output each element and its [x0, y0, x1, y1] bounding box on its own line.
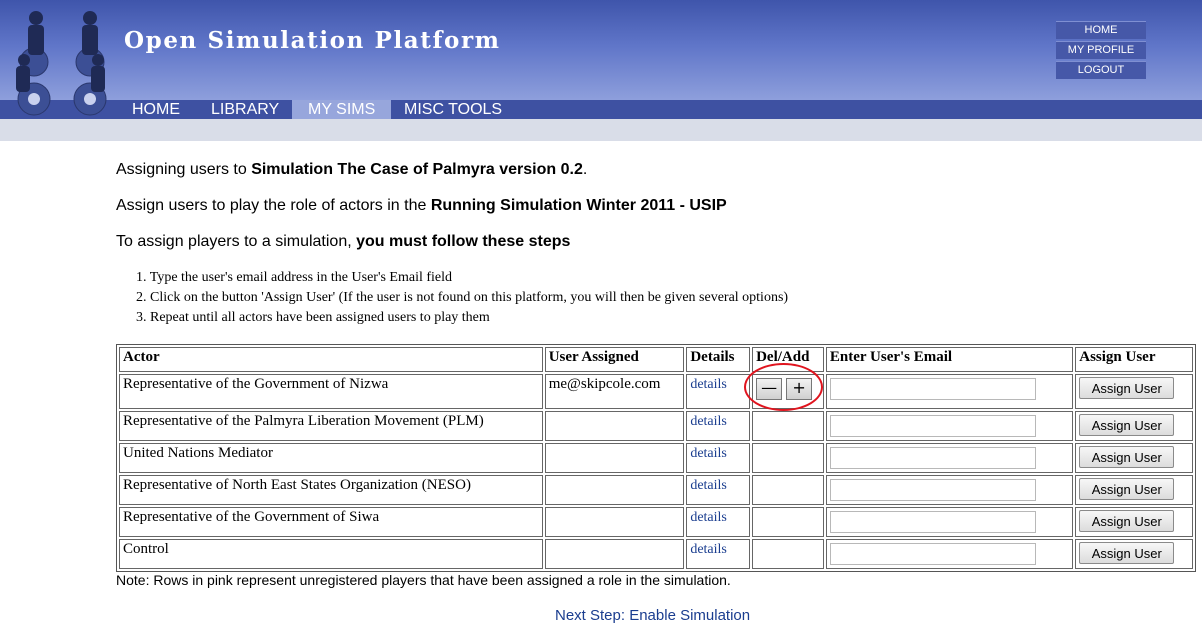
- intro-line-1-suffix: .: [582, 161, 588, 178]
- email-cell: [825, 539, 1074, 569]
- assign-cell: Assign User: [1075, 475, 1193, 505]
- assign-cell: Assign User: [1075, 374, 1193, 409]
- steps-heading: you must follow these steps: [356, 233, 571, 250]
- table-row: Representative of the Government of Nizw…: [119, 374, 1193, 409]
- email-cell: [825, 475, 1074, 505]
- email-field[interactable]: [829, 543, 1036, 565]
- assign-user-button[interactable]: Assign User: [1079, 542, 1175, 564]
- header-user-assigned: User Assigned: [544, 347, 685, 372]
- steps-list: 1. Type the user's email address in the …: [136, 268, 788, 328]
- actor-cell: Representative of the Palmyra Liberation…: [119, 411, 543, 441]
- site-header: Open Simulation Platform HOME MY PROFILE…: [0, 0, 1202, 116]
- details-link[interactable]: details: [690, 377, 727, 392]
- tab-my-sims[interactable]: MY SIMS: [292, 100, 392, 119]
- email-field[interactable]: [829, 479, 1036, 501]
- tab-misc-tools[interactable]: MISC TOOLS: [404, 100, 502, 119]
- site-title: Open Simulation Platform: [124, 27, 501, 54]
- tab-home[interactable]: HOME: [132, 100, 180, 119]
- email-cell: [825, 443, 1074, 473]
- main-nav: HOME LIBRARY MY SIMS MISC TOOLS: [0, 100, 1202, 119]
- top-menu-my-profile[interactable]: MY PROFILE: [1056, 41, 1146, 59]
- intro-line-1-text: Assigning users to: [116, 161, 252, 178]
- assign-user-button[interactable]: Assign User: [1079, 478, 1175, 500]
- email-field[interactable]: [829, 415, 1036, 437]
- del-add-cell: [752, 539, 824, 569]
- intro-line-2-text: Assign users to play the role of actors …: [116, 197, 431, 214]
- table-row: United Nations Mediator details Assign U…: [119, 443, 1193, 473]
- actor-cell: Control: [119, 539, 543, 569]
- user-assigned-cell: [544, 443, 685, 473]
- annotation-circle: [744, 363, 823, 411]
- details-cell: details: [686, 374, 751, 409]
- del-add-cell: [752, 475, 824, 505]
- details-cell: details: [686, 411, 751, 441]
- next-step-link[interactable]: Next Step: Enable Simulation: [555, 607, 750, 624]
- details-cell: details: [686, 539, 751, 569]
- pink-rows-note: Note: Rows in pink represent unregistere…: [116, 572, 731, 588]
- email-cell: [825, 374, 1074, 409]
- details-link[interactable]: details: [690, 510, 727, 525]
- email-field[interactable]: [829, 378, 1036, 400]
- simulation-name: Simulation The Case of Palmyra version 0…: [251, 161, 583, 178]
- header-email: Enter User's Email: [825, 347, 1074, 372]
- role-assignment-table: Actor User Assigned Details Del/Add Ente…: [116, 344, 1196, 572]
- actor-cell: Representative of North East States Orga…: [119, 475, 543, 505]
- assign-cell: Assign User: [1075, 411, 1193, 441]
- step-item: 3. Repeat until all actors have been ass…: [136, 310, 490, 325]
- table-row: Representative of the Palmyra Liberation…: [119, 411, 1193, 441]
- intro-line-1: Assigning users to Simulation The Case o…: [116, 161, 587, 179]
- user-assigned-cell: [544, 411, 685, 441]
- user-assigned-cell: [544, 539, 685, 569]
- email-cell: [825, 411, 1074, 441]
- email-field[interactable]: [829, 511, 1036, 533]
- intro-line-3-text: To assign players to a simulation,: [116, 233, 357, 250]
- details-link[interactable]: details: [690, 478, 727, 493]
- step-item: 2. Click on the button 'Assign User' (If…: [136, 290, 789, 305]
- actor-cell: Representative of the Government of Siwa: [119, 507, 543, 537]
- running-simulation-name: Running Simulation Winter 2011 - USIP: [430, 197, 727, 214]
- header-actor: Actor: [119, 347, 543, 372]
- details-cell: details: [686, 475, 751, 505]
- intro-line-2: Assign users to play the role of actors …: [116, 197, 727, 215]
- del-add-cell: [752, 443, 824, 473]
- assign-user-button[interactable]: Assign User: [1079, 510, 1175, 532]
- actor-cell: Representative of the Government of Nizw…: [119, 374, 543, 409]
- table-row: Representative of North East States Orga…: [119, 475, 1193, 505]
- tab-library[interactable]: LIBRARY: [211, 100, 279, 119]
- details-link[interactable]: details: [690, 542, 727, 557]
- assign-cell: Assign User: [1075, 539, 1193, 569]
- email-cell: [825, 507, 1074, 537]
- table-row: Representative of the Government of Siwa…: [119, 507, 1193, 537]
- intro-line-3: To assign players to a simulation, you m…: [116, 233, 570, 251]
- top-menu-logout[interactable]: LOGOUT: [1056, 61, 1146, 79]
- table-row: Control details Assign User: [119, 539, 1193, 569]
- user-assigned-cell: [544, 507, 685, 537]
- user-assigned-cell: me@skipcole.com: [544, 374, 685, 409]
- details-cell: details: [686, 507, 751, 537]
- header-assign-user: Assign User: [1075, 347, 1193, 372]
- assign-user-button[interactable]: Assign User: [1079, 377, 1175, 399]
- assign-user-button[interactable]: Assign User: [1079, 414, 1175, 436]
- assign-user-button[interactable]: Assign User: [1079, 446, 1175, 468]
- details-cell: details: [686, 443, 751, 473]
- details-link[interactable]: details: [690, 414, 727, 429]
- del-add-cell: [752, 507, 824, 537]
- step-item: 1. Type the user's email address in the …: [136, 270, 453, 285]
- top-menu: HOME MY PROFILE LOGOUT: [1056, 21, 1146, 81]
- actor-cell: United Nations Mediator: [119, 443, 543, 473]
- del-add-cell: [752, 411, 824, 441]
- logo-icon: [16, 11, 107, 116]
- header-details: Details: [686, 347, 751, 372]
- assign-cell: Assign User: [1075, 507, 1193, 537]
- sub-nav-bar: [0, 119, 1202, 141]
- assign-cell: Assign User: [1075, 443, 1193, 473]
- user-assigned-cell: [544, 475, 685, 505]
- details-link[interactable]: details: [690, 446, 727, 461]
- top-menu-home[interactable]: HOME: [1056, 21, 1146, 39]
- table-header-row: Actor User Assigned Details Del/Add Ente…: [119, 347, 1193, 372]
- email-field[interactable]: [829, 447, 1036, 469]
